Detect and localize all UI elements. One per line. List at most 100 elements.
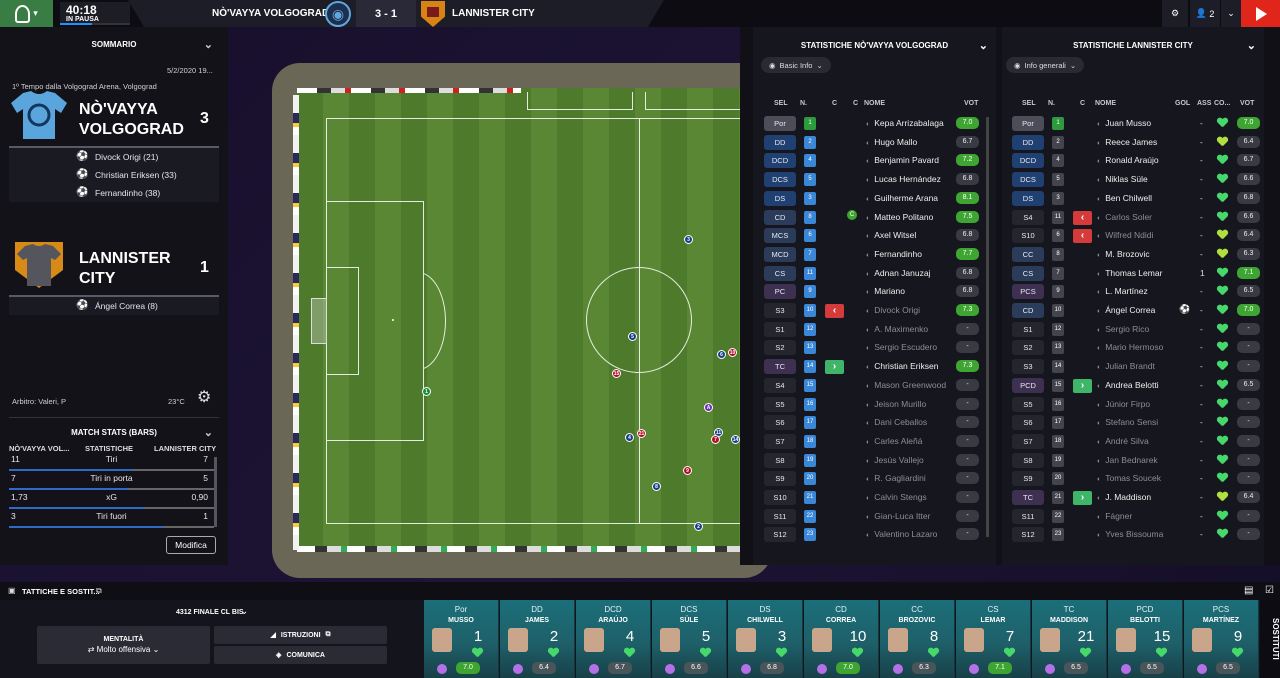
col-name[interactable]: NOME — [864, 100, 885, 107]
player-name[interactable]: Jeison Murillo — [866, 399, 926, 409]
position-badge[interactable]: MCS — [764, 228, 796, 244]
player-card[interactable]: CC BROZOVIC 8 6.3 — [880, 600, 955, 678]
player-row[interactable]: DS 3 Guilherme Arana 8.1 — [753, 189, 983, 207]
col-c[interactable]: C — [1080, 100, 1085, 107]
player-row[interactable]: S8 19 Jan Bednarek - - — [1002, 451, 1264, 469]
player-name[interactable]: Guilherme Arana — [866, 193, 938, 203]
formation-label[interactable]: 4312 FINALE CL BIS — [176, 609, 244, 616]
player-name[interactable]: Niklas Süle — [1097, 174, 1148, 184]
player-row[interactable]: S10 6 ‹ Wilfred Ndidi - 6.4 — [1002, 226, 1264, 244]
player-row[interactable]: Por 1 Juan Musso - 7.0 — [1002, 114, 1264, 132]
player-row[interactable]: S1 12 A. Maximenko - — [753, 320, 983, 338]
player-row[interactable]: DCS 5 Lucas Hernández 6.8 — [753, 170, 983, 188]
col-c[interactable]: C — [832, 100, 837, 107]
player-card[interactable]: DS CHILWELL 3 6.8 — [728, 600, 803, 678]
position-badge[interactable]: S1 — [764, 321, 796, 337]
chevron-down-icon[interactable]: ⌄ — [240, 606, 248, 617]
player-name[interactable]: Yves Bissouma — [1097, 529, 1163, 539]
settings-button[interactable]: ⚙ — [1162, 0, 1188, 27]
position-badge[interactable]: CC — [1012, 246, 1044, 262]
home-view-dropdown[interactable]: ◉ Basic Info ⌄ — [761, 57, 831, 73]
player-row[interactable]: DCS 5 Niklas Süle - 6.6 — [1002, 170, 1264, 188]
player-name[interactable]: R. Gagliardini — [866, 473, 926, 483]
col-number[interactable]: N. — [800, 100, 807, 107]
player-row[interactable]: DCD 4 Benjamin Pavard 7.2 — [753, 151, 983, 169]
player-name[interactable]: Juan Musso — [1097, 118, 1151, 128]
position-badge[interactable]: S9 — [1012, 471, 1044, 487]
player-row[interactable]: S2 13 Mario Hermoso - - — [1002, 338, 1264, 356]
pitch-player[interactable]: A — [704, 403, 713, 412]
player-name[interactable]: Hugo Mallo — [866, 137, 917, 147]
position-badge[interactable]: S7 — [764, 433, 796, 449]
club-logo-button[interactable]: ▾ — [0, 0, 53, 27]
popout-icon[interactable]: ⧉ — [96, 586, 102, 596]
player-row[interactable]: S12 23 Yves Bissouma - - — [1002, 525, 1264, 543]
col-sel[interactable]: SEL — [774, 100, 788, 107]
position-badge[interactable]: S4 — [764, 377, 796, 393]
player-row[interactable]: TC 14 › Christian Eriksen 7.3 — [753, 357, 983, 375]
match-stats-header[interactable]: MATCH STATS (BARS) ⌄ — [0, 427, 228, 439]
position-badge[interactable]: CS — [764, 265, 796, 281]
player-name[interactable]: Ronald Araújo — [1097, 155, 1158, 165]
player-row[interactable]: S5 16 Jeison Murillo - — [753, 395, 983, 413]
player-name[interactable]: Mariano — [866, 286, 905, 296]
player-name[interactable]: L. Martínez — [1097, 286, 1148, 296]
position-badge[interactable]: DCS — [764, 172, 796, 188]
player-card[interactable]: PCD BELOTTI 15 6.5 — [1108, 600, 1183, 678]
player-name[interactable]: Kepa Arrizabalaga — [866, 118, 943, 128]
scrollbar[interactable] — [986, 117, 989, 537]
checklist-icon[interactable]: ☑ — [1265, 585, 1274, 596]
player-name[interactable]: Fernandinho — [866, 249, 922, 259]
position-badge[interactable]: S9 — [764, 471, 796, 487]
player-row[interactable]: TC 21 › J. Maddison - 6.4 — [1002, 488, 1264, 506]
position-badge[interactable]: S8 — [1012, 452, 1044, 468]
position-badge[interactable]: S12 — [764, 527, 796, 543]
position-badge[interactable]: DCD — [764, 153, 796, 169]
player-row[interactable]: S8 19 Jesús Vallejo - — [753, 451, 983, 469]
player-row[interactable]: DCD 4 Ronald Araújo - 6.7 — [1002, 151, 1264, 169]
player-name[interactable]: Lucas Hernández — [866, 174, 941, 184]
scrollbar[interactable] — [214, 457, 217, 527]
away-view-dropdown[interactable]: ◉ Info generali ⌄ — [1006, 57, 1085, 73]
player-row[interactable]: CS 7 Thomas Lemar 1 7.1 — [1002, 264, 1264, 282]
position-badge[interactable]: PCD — [1012, 377, 1044, 393]
player-name[interactable]: Júnior Firpo — [1097, 399, 1150, 409]
player-row[interactable]: S1 12 Sergio Rico - - — [1002, 320, 1264, 338]
position-badge[interactable]: S2 — [764, 340, 796, 356]
edit-button[interactable]: Modifica — [166, 536, 216, 554]
player-name[interactable]: Carlos Soler — [1097, 212, 1152, 222]
position-badge[interactable]: TC — [764, 359, 796, 375]
player-name[interactable]: Fágner — [1097, 511, 1132, 521]
player-name[interactable]: Dani Ceballos — [866, 417, 927, 427]
player-name[interactable]: Axel Witsel — [866, 230, 916, 240]
player-name[interactable]: Christian Eriksen — [866, 361, 938, 371]
col-c[interactable]: C — [853, 100, 858, 107]
player-row[interactable]: CD 8 Matteo Politano 7.5 — [753, 208, 983, 226]
player-row[interactable]: S2 13 Sergio Escudero - — [753, 338, 983, 356]
player-row[interactable]: S7 18 André Silva - - — [1002, 432, 1264, 450]
player-row[interactable]: DD 2 Hugo Mallo 6.7 — [753, 133, 983, 151]
player-card[interactable]: TC MADDISON 21 6.5 — [1032, 600, 1107, 678]
player-name[interactable]: Sergio Escudero — [866, 342, 937, 352]
position-badge[interactable]: DS — [764, 190, 796, 206]
col-rating[interactable]: VOT — [1240, 100, 1254, 107]
player-name[interactable]: J. Maddison — [1097, 492, 1151, 502]
player-row[interactable]: MCD 7 Fernandinho 7.7 — [753, 245, 983, 263]
player-name[interactable]: Reece James — [1097, 137, 1157, 147]
pitch-player[interactable]: 4 — [625, 433, 634, 442]
substitutes-tab[interactable]: SOSTITUTI — [1260, 600, 1280, 678]
player-name[interactable]: Calvin Stengs — [866, 492, 926, 502]
position-badge[interactable]: S4 — [1012, 209, 1044, 225]
player-name[interactable]: Wilfred Ndidi — [1097, 230, 1153, 240]
player-name[interactable]: M. Brozovic — [1097, 249, 1149, 259]
position-badge[interactable]: S3 — [1012, 359, 1044, 375]
player-name[interactable]: Julian Brandt — [1097, 361, 1155, 371]
pitch-player[interactable]: 10 — [728, 348, 737, 357]
position-badge[interactable]: S6 — [764, 415, 796, 431]
position-badge[interactable]: DCD — [1012, 153, 1044, 169]
col-sel[interactable]: SEL — [1022, 100, 1036, 107]
position-badge[interactable]: DS — [1012, 190, 1044, 206]
position-badge[interactable]: S11 — [764, 508, 796, 524]
position-badge[interactable]: S8 — [764, 452, 796, 468]
player-row[interactable]: DD 2 Reece James - 6.4 — [1002, 133, 1264, 151]
